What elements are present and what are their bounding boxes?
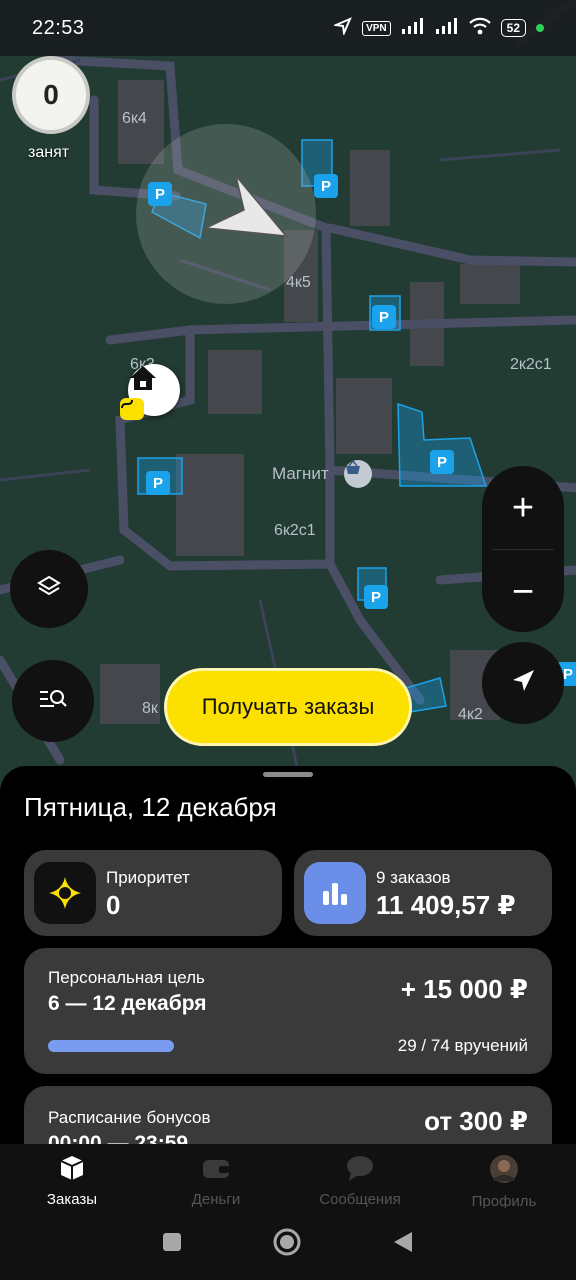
- parking-icon[interactable]: P: [146, 471, 170, 495]
- status-time: 22:53: [32, 16, 85, 39]
- map-label: 4к5: [286, 274, 311, 291]
- nav-money[interactable]: Деньги: [144, 1144, 288, 1208]
- back-button[interactable]: [392, 1231, 414, 1258]
- minus-icon: −: [511, 570, 535, 613]
- wifi-icon: [468, 17, 491, 40]
- chat-icon: [345, 1154, 375, 1187]
- sheet-drag-handle[interactable]: [263, 772, 313, 777]
- battery-indicator: 52: [500, 19, 526, 37]
- status-bar: 22:53 VPN 52: [0, 0, 576, 56]
- search-list-icon: [38, 687, 68, 716]
- parking-icon[interactable]: P: [148, 182, 172, 206]
- nav-profile[interactable]: Профиль: [432, 1144, 576, 1210]
- zoom-out-button[interactable]: −: [482, 550, 564, 633]
- search-list-button[interactable]: [12, 660, 94, 742]
- orders-card[interactable]: 9 заказов 11 409,57 ₽: [294, 850, 552, 936]
- map-label: 2к2с1: [510, 356, 552, 373]
- location-icon: [332, 16, 352, 40]
- goal-period: 6 — 12 декабря: [48, 992, 207, 1015]
- map-label: 8к: [142, 700, 158, 717]
- busy-counter-label: занят: [28, 144, 70, 161]
- bonus-amount: от 300 ₽: [424, 1106, 528, 1136]
- priority-card[interactable]: Приоритет 0: [24, 850, 282, 936]
- map-label: 6к2с1: [274, 522, 316, 539]
- nav-money-label: Деньги: [191, 1191, 241, 1208]
- map-label-store: Магнит: [272, 464, 329, 483]
- bonus-title: Расписание бонусов: [48, 1108, 211, 1127]
- system-navigation-bar: [0, 1208, 576, 1280]
- get-orders-button[interactable]: Получать заказы: [164, 668, 412, 746]
- orders-count: 9 заказов: [376, 868, 451, 887]
- bottom-sheet[interactable]: Пятница, 12 декабря Приоритет 0 9 заказо…: [0, 766, 576, 1146]
- bottom-navigation: Заказы Деньги Сообщения Профиль: [0, 1144, 576, 1210]
- goal-title: Персональная цель: [48, 968, 205, 987]
- recents-button[interactable]: [162, 1232, 182, 1257]
- signal-icon: [401, 17, 425, 39]
- parking-icon[interactable]: P: [314, 174, 338, 198]
- layers-button[interactable]: [10, 550, 88, 628]
- bonus-schedule-card[interactable]: Расписание бонусов 00:00 — 23:59 от 300 …: [24, 1086, 552, 1146]
- busy-counter[interactable]: 0: [12, 56, 90, 134]
- privacy-dot: [536, 24, 544, 32]
- map-label: 6к4: [122, 110, 147, 127]
- plus-icon: +: [511, 486, 535, 529]
- zoom-in-button[interactable]: +: [482, 466, 564, 549]
- personal-goal-card[interactable]: Персональная цель 6 — 12 декабря + 15 00…: [24, 948, 552, 1074]
- priority-value: 0: [106, 890, 121, 920]
- date-title: Пятница, 12 декабря: [24, 792, 277, 822]
- vpn-badge: VPN: [362, 20, 391, 36]
- box-icon: [58, 1154, 86, 1187]
- parking-icon[interactable]: P: [430, 450, 454, 474]
- nav-messages[interactable]: Сообщения: [288, 1144, 432, 1208]
- bar-chart-icon: [304, 862, 366, 924]
- signal-icon: [435, 17, 459, 39]
- goal-progress-bar: [48, 1040, 174, 1052]
- nav-orders[interactable]: Заказы: [0, 1144, 144, 1208]
- shopping-basket-icon[interactable]: [344, 460, 372, 488]
- nav-orders-label: Заказы: [46, 1191, 98, 1208]
- locate-me-button[interactable]: [482, 642, 564, 724]
- busy-counter-value: 0: [43, 79, 59, 110]
- goal-reward: + 15 000 ₽: [400, 974, 528, 1004]
- parking-icon[interactable]: P: [372, 305, 396, 329]
- home-button[interactable]: [272, 1227, 302, 1262]
- zoom-controls: + −: [482, 466, 564, 632]
- goal-progress-text: 29 / 74 вручений: [397, 1036, 528, 1055]
- orders-amount: 11 409,57 ₽: [376, 890, 516, 920]
- navigation-arrow-icon: [510, 668, 536, 699]
- nav-messages-label: Сообщения: [319, 1191, 401, 1208]
- layers-icon: [36, 574, 62, 605]
- parking-icon[interactable]: P: [364, 585, 388, 609]
- priority-label: Приоритет: [106, 868, 190, 887]
- priority-icon: [34, 862, 96, 924]
- route-badge-icon: [120, 398, 144, 420]
- map-label: 4к2: [458, 706, 483, 723]
- wallet-icon: [201, 1154, 231, 1187]
- avatar-icon: [489, 1154, 519, 1189]
